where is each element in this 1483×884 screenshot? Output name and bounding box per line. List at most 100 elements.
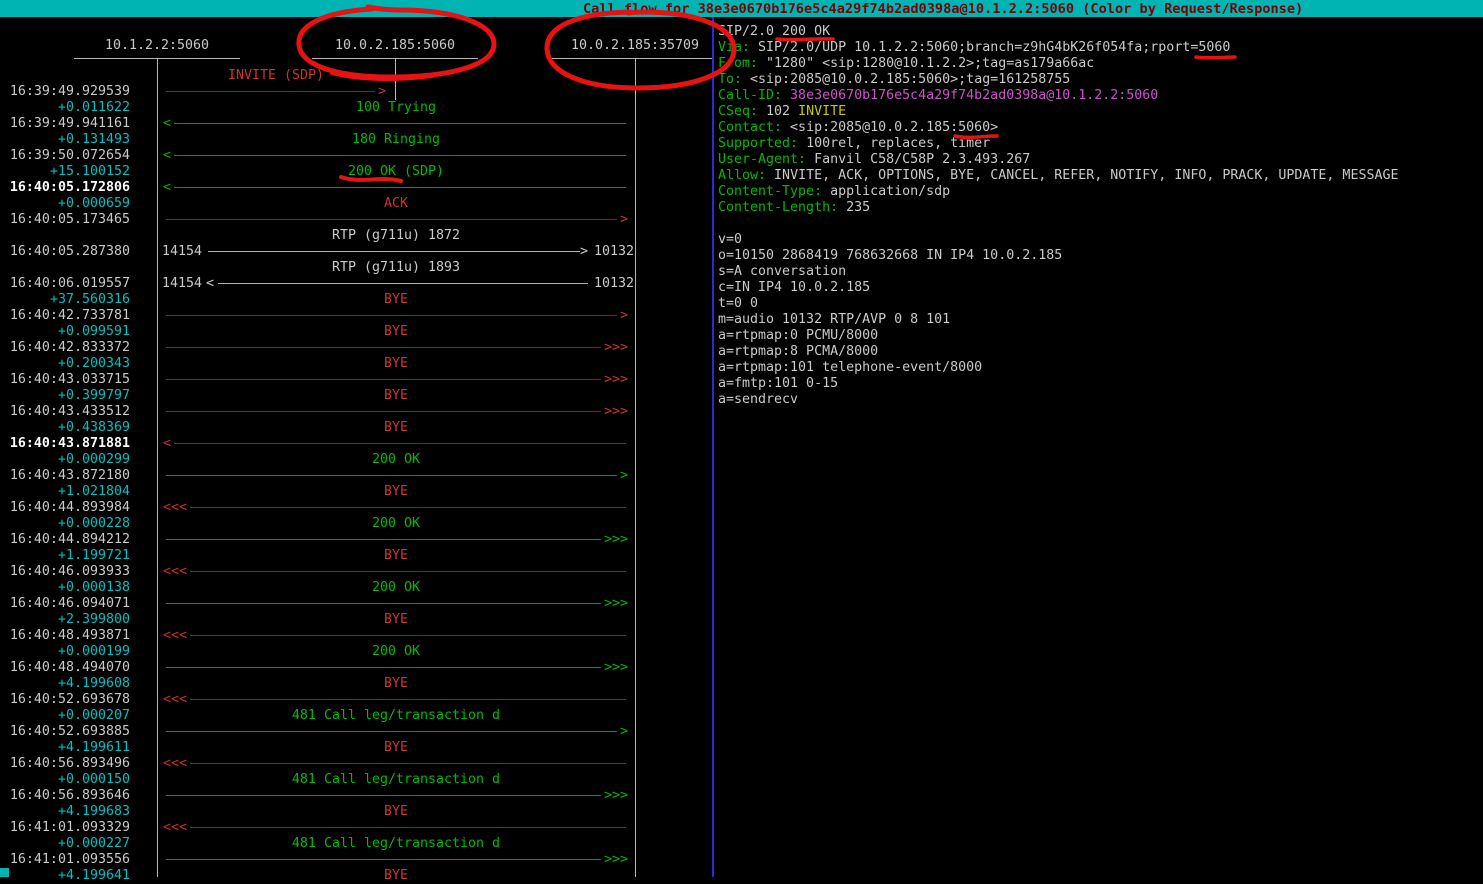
sip-detail-line: Content-Length: 235 xyxy=(718,200,1478,216)
sip-header-value: a=rtpmap:0 PCMU/8000 xyxy=(718,328,878,343)
sip-header-name: User-Agent: xyxy=(718,152,806,167)
message-arrow[interactable]: > xyxy=(0,84,713,100)
sip-detail-line: Call-ID: 38e3e0670b176e5c4a29f74b2ad0398… xyxy=(718,88,1478,104)
message-label[interactable]: BYE xyxy=(96,612,696,628)
message-arrow[interactable]: <<< xyxy=(0,564,713,580)
message-label[interactable]: BYE xyxy=(96,388,696,404)
message-label[interactable]: BYE xyxy=(96,324,696,340)
message-label[interactable]: 100 Trying xyxy=(96,100,696,116)
message-arrow[interactable]: 1415410132< xyxy=(0,276,713,292)
message-arrow[interactable]: >>> xyxy=(0,372,713,388)
message-label[interactable]: BYE xyxy=(96,356,696,372)
message-arrow[interactable]: >>> xyxy=(0,340,713,356)
message-label[interactable]: 200 OK (SDP) xyxy=(96,164,696,180)
message-arrow[interactable]: > xyxy=(0,308,713,324)
sip-header-value: INVITE xyxy=(798,104,846,119)
message-arrow[interactable]: >>> xyxy=(0,852,713,868)
arrow-line xyxy=(190,571,626,572)
sip-header-name: Call-ID: xyxy=(718,88,782,103)
message-label[interactable]: 200 OK xyxy=(96,516,696,532)
column-header-10.0.2.185:5060: 10.0.2.185:5060 xyxy=(295,38,495,54)
message-arrow[interactable]: <<< xyxy=(0,820,713,836)
sip-header-value: 100rel, replaces, timer xyxy=(798,136,990,151)
sip-header-name: Contact: xyxy=(718,120,782,135)
bottom-bar-fragment xyxy=(0,868,9,877)
message-label[interactable]: INVITE (SDP) xyxy=(0,68,576,84)
message-label[interactable]: BYE xyxy=(96,676,696,692)
arrow-head-icon: < xyxy=(163,180,171,196)
arrow-head-icon: <<< xyxy=(163,692,187,708)
message-arrow[interactable]: >>> xyxy=(0,596,713,612)
rtp-port-left: 14154 xyxy=(162,244,202,260)
message-arrow[interactable]: > xyxy=(0,212,713,228)
panel-separator xyxy=(712,17,714,877)
sip-header-name: Content-Type: xyxy=(718,184,822,199)
column-header-10.1.2.2:5060: 10.1.2.2:5060 xyxy=(57,38,257,54)
message-arrow[interactable]: <<< xyxy=(0,756,713,772)
message-label[interactable]: BYE xyxy=(96,420,696,436)
arrow-line xyxy=(166,219,617,220)
message-arrow[interactable]: >>> xyxy=(0,532,713,548)
message-arrow[interactable]: <<< xyxy=(0,692,713,708)
message-label[interactable]: 180 Ringing xyxy=(96,132,696,148)
message-label[interactable]: BYE xyxy=(96,804,696,820)
sip-detail-line: Supported: 100rel, replaces, timer xyxy=(718,136,1478,152)
message-label[interactable]: 200 OK xyxy=(96,580,696,596)
message-label[interactable]: ACK xyxy=(96,196,696,212)
message-label[interactable]: BYE xyxy=(96,484,696,500)
message-arrow[interactable]: > xyxy=(0,468,713,484)
arrow-line xyxy=(174,123,626,124)
message-arrow[interactable]: < xyxy=(0,116,713,132)
arrow-head-icon: <<< xyxy=(163,564,187,580)
message-label[interactable]: 200 OK xyxy=(96,644,696,660)
sip-header-value: Fanvil C58/C58P 2.3.493.267 xyxy=(806,152,1030,167)
sip-header-value: SIP/2.0/UDP 10.1.2.2:5060;branch=z9hG4bK… xyxy=(750,40,1230,55)
message-arrow[interactable]: >>> xyxy=(0,404,713,420)
message-arrow[interactable]: 1415410132> xyxy=(0,244,713,260)
sip-header-value: a=fmtp:101 0-15 xyxy=(718,376,838,391)
message-label[interactable]: BYE xyxy=(96,740,696,756)
message-arrow[interactable]: >>> xyxy=(0,660,713,676)
arrow-head-icon: <<< xyxy=(163,820,187,836)
message-label[interactable]: BYE xyxy=(96,292,696,308)
arrow-head-icon: >>> xyxy=(604,852,628,868)
message-label[interactable]: RTP (g711u) 1872 xyxy=(96,228,696,244)
arrow-head-icon: > xyxy=(620,308,628,324)
arrow-line xyxy=(190,763,626,764)
arrow-head-icon: > xyxy=(620,212,628,228)
sip-header-value: a=sendrecv xyxy=(718,392,798,407)
message-label[interactable]: 481 Call leg/transaction d xyxy=(96,836,696,852)
message-label[interactable]: 481 Call leg/transaction d xyxy=(96,772,696,788)
sip-header-value: o=10150 2868419 768632668 IN IP4 10.0.2.… xyxy=(718,248,1062,263)
arrow-line xyxy=(174,443,626,444)
message-arrow[interactable]: < xyxy=(0,436,713,452)
message-arrow[interactable]: <<< xyxy=(0,500,713,516)
column-header-tick xyxy=(552,58,713,59)
sip-header-value: 38e3e0670b176e5c4a29f74b2ad0398a@10.1.2.… xyxy=(782,88,1158,103)
column-header-10.0.2.185:35709: 10.0.2.185:35709 xyxy=(535,38,735,54)
message-arrow[interactable]: >>> xyxy=(0,788,713,804)
message-label[interactable]: 481 Call leg/transaction d xyxy=(96,708,696,724)
arrow-head-icon: >>> xyxy=(604,340,628,356)
message-arrow[interactable]: < xyxy=(0,180,713,196)
sip-detail-line: From: "1280" <sip:1280@10.1.2.2>;tag=as1… xyxy=(718,56,1478,72)
sip-header-name: Via: xyxy=(718,40,750,55)
message-label[interactable]: BYE xyxy=(96,548,696,564)
message-label[interactable]: BYE xyxy=(96,868,696,884)
message-arrow[interactable]: > xyxy=(0,724,713,740)
rtp-port-right: 10132 xyxy=(594,244,634,260)
message-label[interactable]: 200 OK xyxy=(96,452,696,468)
sip-detail-line: User-Agent: Fanvil C58/C58P 2.3.493.267 xyxy=(718,152,1478,168)
sip-header-value: a=rtpmap:101 telephone-event/8000 xyxy=(718,360,982,375)
message-label[interactable]: RTP (g711u) 1893 xyxy=(96,260,696,276)
sip-message-detail-panel: SIP/2.0 200 OKVia: SIP/2.0/UDP 10.1.2.2:… xyxy=(718,24,1478,408)
arrow-head-icon: >>> xyxy=(604,660,628,676)
arrow-line xyxy=(208,251,580,252)
arrow-line xyxy=(218,283,588,284)
arrow-head-icon: <<< xyxy=(163,500,187,516)
arrow-head-icon: > xyxy=(378,84,386,100)
message-arrow[interactable]: <<< xyxy=(0,628,713,644)
sip-header-name: To: xyxy=(718,72,742,87)
message-arrow[interactable]: < xyxy=(0,148,713,164)
arrow-line xyxy=(166,859,601,860)
